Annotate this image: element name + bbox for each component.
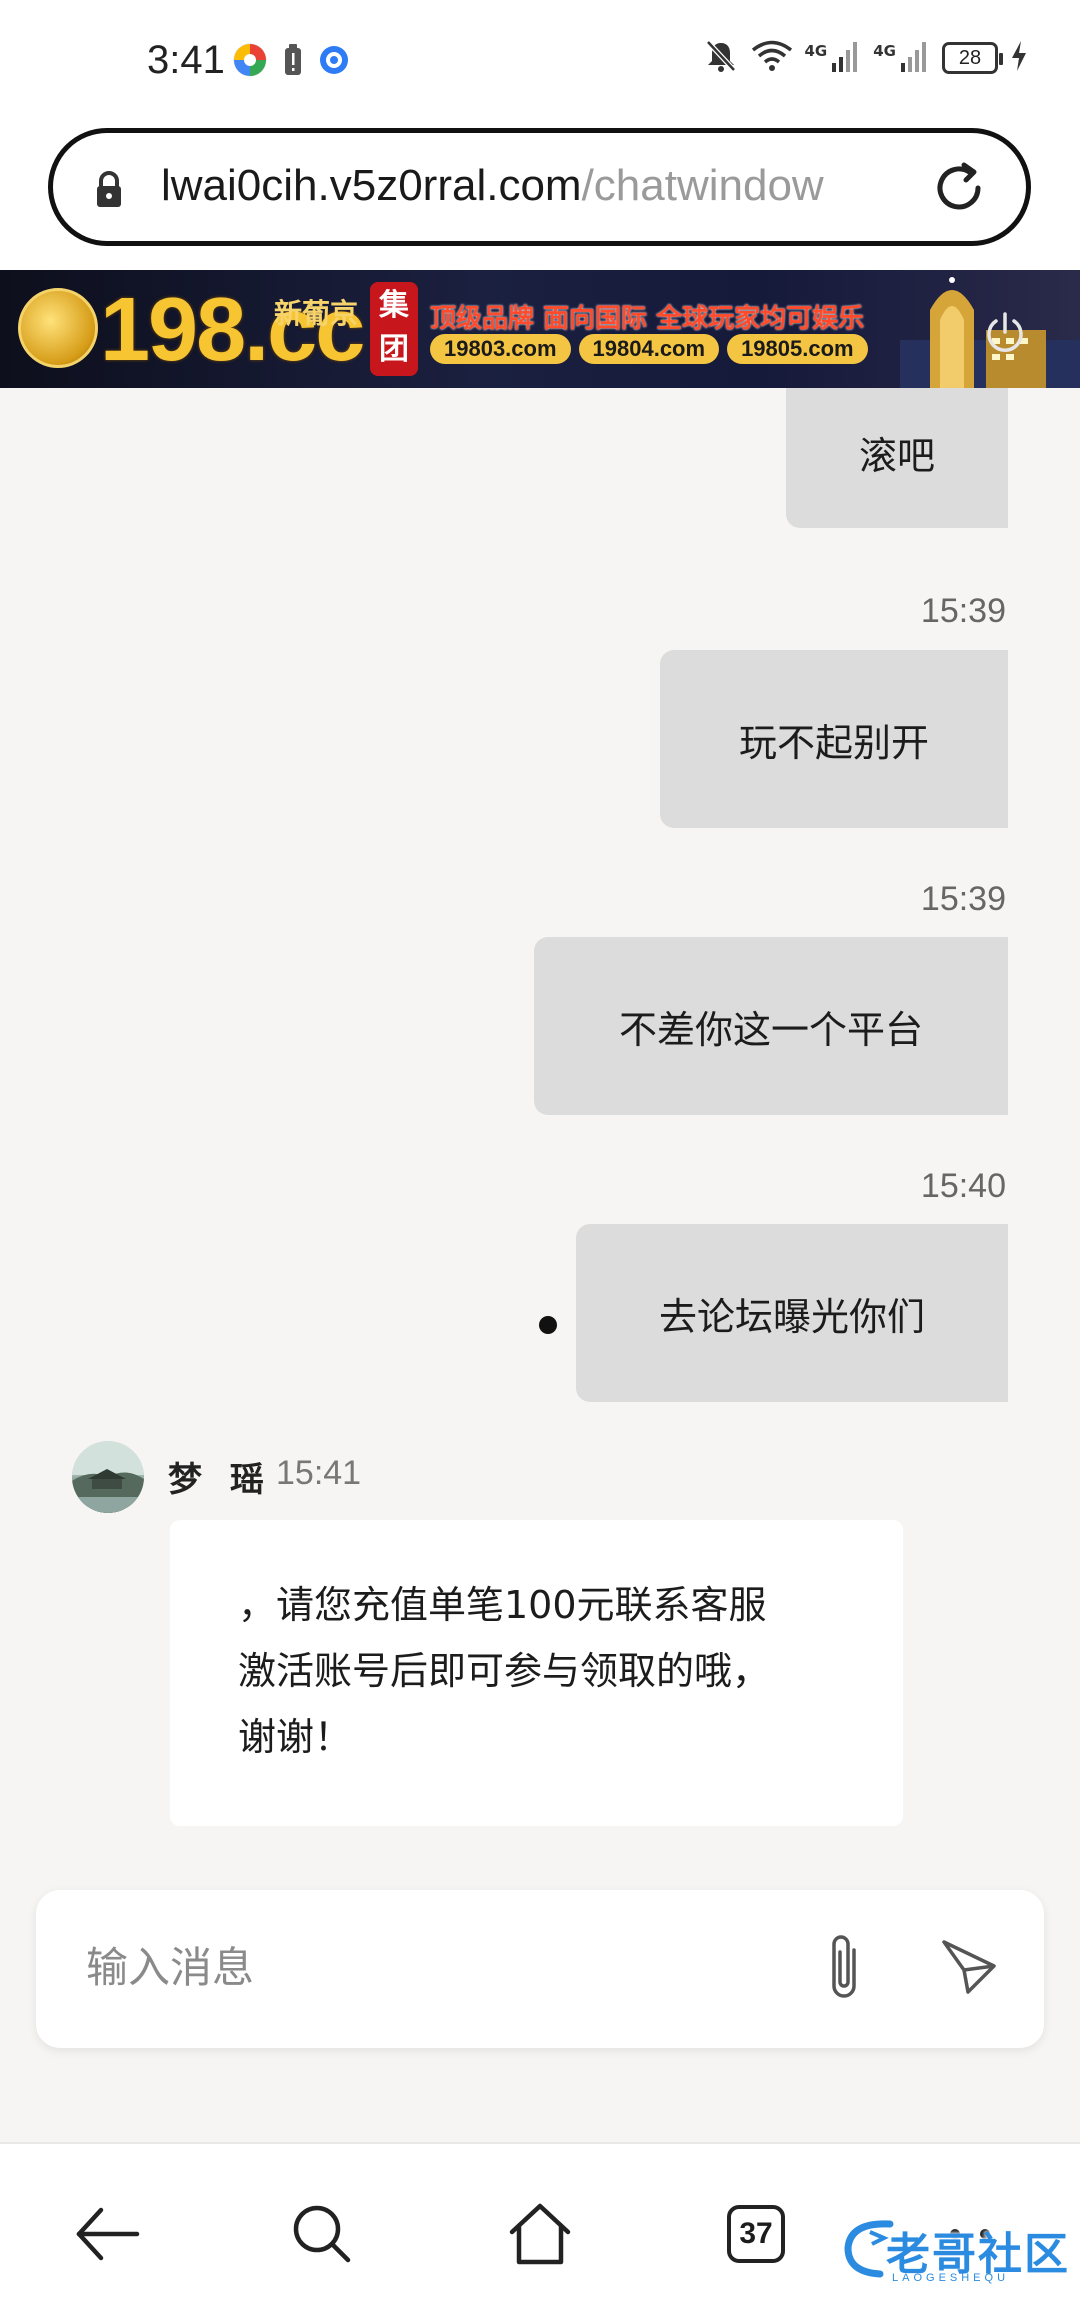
url-host: lwai0cih.v5z0rral.com	[161, 161, 582, 210]
message-line: 激活账号后即可参与领取的哦，	[238, 1649, 771, 1693]
back-arrow-icon	[76, 2207, 140, 2261]
sending-status-indicator	[539, 1316, 557, 1334]
ad-domain: 19804.com	[578, 334, 720, 364]
message-input[interactable]	[86, 1932, 786, 2002]
url-path: /chatwindow	[581, 161, 824, 210]
message-text: 不差你这一个平台	[618, 1007, 923, 1052]
ad-slogan: 顶级品牌 面向国际 全球玩家均可娱乐	[430, 304, 865, 334]
send-icon[interactable]	[936, 1930, 1002, 2006]
network-label-2: 4G	[873, 42, 896, 60]
message-time: 15:40	[920, 1167, 1006, 1205]
message-time: 15:39	[920, 880, 1006, 918]
home-button[interactable]	[500, 2194, 580, 2274]
ad-logo-icon	[18, 288, 98, 368]
sender-time: 15:41	[276, 1454, 362, 1492]
message-text: 去论坛曝光你们	[658, 1294, 925, 1339]
ad-banner[interactable]: 198.cc 新葡京 集团 顶级品牌 面向国际 全球玩家均可娱乐 19803.c…	[0, 270, 1080, 388]
watermark: 老哥社区 LAOGESHEQU	[840, 2214, 1070, 2284]
search-icon	[293, 2205, 351, 2263]
paperclip-icon[interactable]	[820, 1928, 870, 2012]
ad-group-label: 集团	[370, 282, 418, 376]
browser-toolbar: lwai0cih.v5z0rral.com/chatwindow	[0, 120, 1080, 270]
address-bar[interactable]: lwai0cih.v5z0rral.com/chatwindow	[48, 128, 1031, 246]
outgoing-message: 玩不起别开	[660, 650, 1008, 828]
back-button[interactable]	[68, 2194, 148, 2274]
charging-icon	[1010, 40, 1028, 76]
outgoing-message: 去论坛曝光你们	[576, 1224, 1008, 1402]
outgoing-message: 不差你这一个平台	[534, 937, 1008, 1115]
signal-icon	[831, 39, 861, 77]
mute-icon	[703, 38, 739, 78]
app-pinwheel-icon	[232, 42, 268, 82]
ad-domain: 19803.com	[430, 334, 571, 364]
url-text[interactable]: lwai0cih.v5z0rral.com/chatwindow	[161, 161, 951, 221]
ad-domain: 19805.com	[727, 334, 868, 364]
message-text: 滚吧	[858, 433, 935, 478]
app-chat-icon	[318, 44, 350, 80]
message-line: 谢谢！	[238, 1715, 353, 1759]
watermark-subtext: LAOGESHEQU	[892, 2272, 1010, 2284]
lock-icon[interactable]	[95, 171, 123, 213]
reload-icon[interactable]	[930, 159, 988, 221]
outgoing-message: 滚吧	[786, 388, 1008, 528]
status-time: 3:41	[147, 38, 225, 82]
chat-messages[interactable]: 滚吧 15:39 玩不起别开 15:39 不差你这一个平台 15:40 去论坛曝…	[0, 388, 1080, 1856]
ad-domains: 19803.com 19804.com 19805.com	[430, 334, 868, 364]
wifi-icon	[751, 39, 793, 77]
status-bar: 3:41 4G 4G 28	[0, 0, 1080, 120]
message-line: ，请您充值单笔100元联系客服	[238, 1583, 767, 1627]
ad-sub-brand: 新葡京	[274, 297, 359, 330]
battery-indicator: 28	[942, 42, 1003, 74]
avatar[interactable]	[72, 1441, 144, 1513]
message-text: 玩不起别开	[738, 720, 929, 765]
tab-count: 37	[727, 2205, 785, 2263]
status-right: 4G 4G 28	[703, 38, 1029, 78]
tabs-button[interactable]: 37	[716, 2194, 796, 2274]
signal-icon-2	[900, 39, 930, 77]
power-icon[interactable]	[982, 310, 1028, 360]
home-icon	[509, 2203, 571, 2265]
network-label-1: 4G	[804, 42, 828, 60]
avatar-image	[72, 1441, 144, 1513]
message-time: 15:39	[920, 592, 1006, 630]
sender-name: 梦 瑶	[168, 1460, 272, 1500]
message-composer	[36, 1890, 1044, 2048]
search-button[interactable]	[282, 2194, 362, 2274]
incoming-message: ，请您充值单笔100元联系客服 激活账号后即可参与领取的哦， 谢谢！	[170, 1520, 903, 1826]
battery-level: 28	[958, 46, 982, 69]
battery-alert-icon	[282, 43, 304, 81]
notification-icons	[232, 42, 350, 82]
